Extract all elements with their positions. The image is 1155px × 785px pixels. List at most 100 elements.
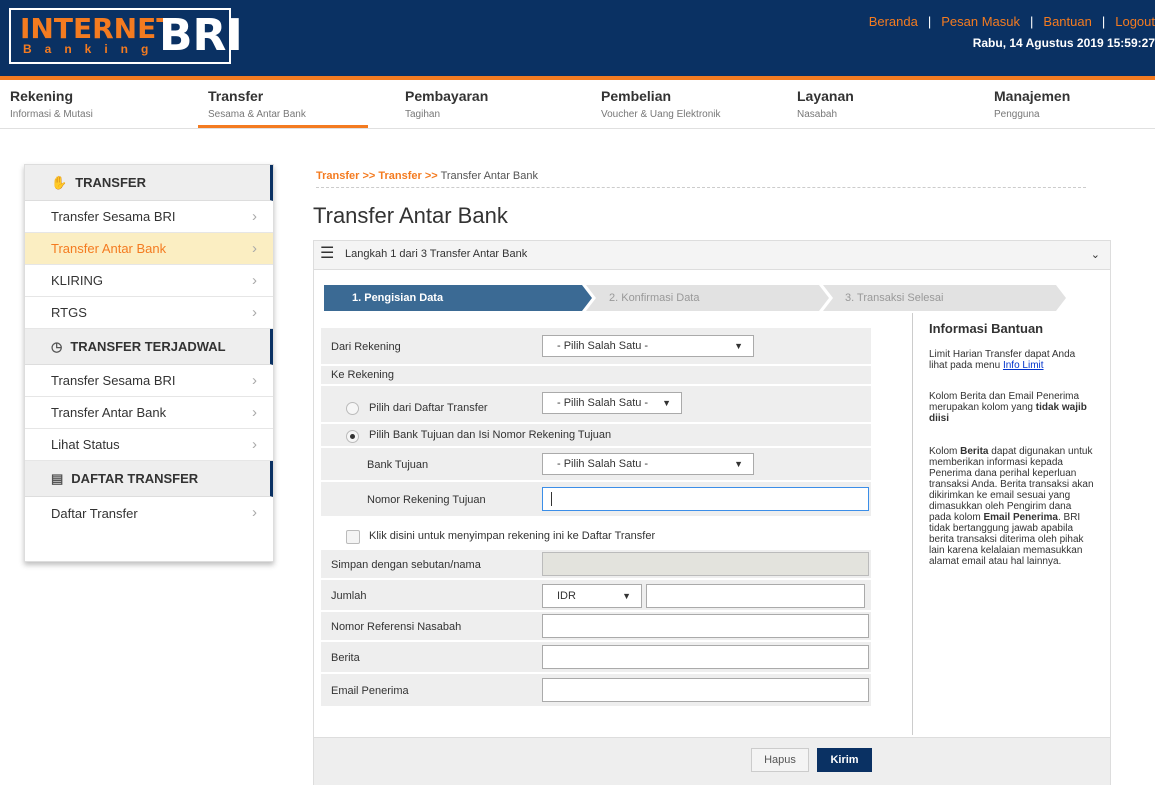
pilih-bank-radio[interactable]	[346, 430, 359, 443]
help-email-emphasis: Email Penerima	[983, 512, 1058, 523]
select-value: IDR	[557, 590, 576, 602]
menu-subtitle: Pengguna	[994, 109, 1040, 120]
breadcrumb-link-transfer[interactable]: Transfer >>	[316, 170, 375, 182]
sidebar-section-transfer: ✋ TRANSFER	[25, 165, 273, 201]
sidebar-item-label: KLIRING	[51, 273, 104, 288]
menu-title: Manajemen	[994, 88, 1071, 104]
form-row-dari-rekening: Dari Rekening - Pilih Salah Satu - ▼	[321, 328, 871, 364]
pesan-masuk-link[interactable]: Pesan Masuk	[941, 14, 1020, 29]
dari-rekening-select[interactable]: - Pilih Salah Satu - ▼	[542, 335, 754, 357]
sidebar-item-label: Transfer Sesama BRI	[51, 373, 176, 388]
chevron-right-icon: ›	[252, 436, 257, 453]
sidebar: ✋ TRANSFER Transfer Sesama BRI › Transfer …	[24, 164, 274, 562]
breadcrumb-link-transfer-sub[interactable]: Transfer >>	[378, 170, 437, 182]
logout-link[interactable]: Logout	[1115, 14, 1155, 29]
help-berita-emphasis: Berita	[960, 446, 989, 457]
chevron-right-icon: ›	[252, 304, 257, 321]
section-title: TRANSFER	[75, 175, 146, 190]
simpan-nama-input[interactable]	[542, 552, 869, 576]
sidebar-item-transfer-sesama-bri[interactable]: Transfer Sesama BRI ›	[25, 201, 273, 233]
currency-select[interactable]: IDR ▼	[542, 584, 642, 608]
page-title: Transfer Antar Bank	[313, 203, 508, 228]
text-cursor	[551, 492, 552, 506]
help-optional-text: Kolom Berita dan Email Penerima merupaka…	[929, 391, 1094, 424]
dropdown-arrow-icon: ▼	[662, 398, 671, 408]
sidebar-item-terjadwal-sesama-bri[interactable]: Transfer Sesama BRI ›	[25, 365, 273, 397]
current-datetime: Rabu, 14 Agustus 2019 15:59:27	[972, 36, 1155, 50]
menu-subtitle: Voucher & Uang Elektronik	[601, 109, 721, 120]
sidebar-item-transfer-antar-bank[interactable]: Transfer Antar Bank ›	[25, 233, 273, 265]
dari-rekening-label: Dari Rekening	[331, 341, 401, 353]
nav-separator: |	[927, 14, 932, 29]
sidebar-item-label: Daftar Transfer	[51, 505, 138, 521]
sidebar-item-terjadwal-antar-bank[interactable]: Transfer Antar Bank ›	[25, 397, 273, 429]
nav-separator: |	[1101, 14, 1106, 29]
help-berita-part: Kolom	[929, 446, 958, 457]
bantuan-link[interactable]: Bantuan	[1043, 14, 1091, 29]
bank-tujuan-select[interactable]: - Pilih Salah Satu - ▼	[542, 453, 754, 475]
ke-rekening-label: Ke Rekening	[331, 369, 394, 381]
panel-footer: Hapus Kirim	[314, 737, 1110, 785]
nomor-rekening-tujuan-input[interactable]	[542, 487, 869, 511]
alarm-clock-icon: ◷	[51, 338, 63, 354]
main-menu: Rekening Informasi & Mutasi Transfer Ses…	[0, 80, 1155, 129]
beranda-link[interactable]: Beranda	[869, 14, 918, 29]
info-limit-link[interactable]: Info Limit	[1003, 360, 1044, 371]
menu-transfer[interactable]: Transfer Sesama & Antar Bank	[208, 88, 306, 120]
menu-layanan[interactable]: Layanan Nasabah	[797, 88, 854, 120]
internet-banking-bri-logo[interactable]: INTERNET Banking BRI	[9, 8, 243, 64]
kirim-button[interactable]: Kirim	[817, 748, 872, 772]
simpan-daftar-checkbox[interactable]	[346, 530, 360, 544]
dropdown-arrow-icon: ▼	[734, 341, 743, 351]
menu-title: Layanan	[797, 88, 854, 104]
chevron-down-icon[interactable]: ⌄	[1091, 248, 1100, 261]
help-title: Informasi Bantuan	[929, 321, 1044, 336]
menu-title: Pembelian	[601, 88, 672, 104]
chevron-right-icon: ›	[252, 504, 257, 521]
step-1-label: 1. Pengisian Data	[352, 292, 444, 304]
sidebar-item-rtgs[interactable]: RTGS ›	[25, 297, 273, 329]
chevron-right-icon: ›	[252, 404, 257, 421]
nomor-referensi-label: Nomor Referensi Nasabah	[331, 621, 462, 633]
hapus-button[interactable]: Hapus	[751, 748, 809, 772]
panel-header[interactable]: ☰ Langkah 1 dari 3 Transfer Antar Bank ⌄	[314, 241, 1110, 270]
simpan-nama-label: Simpan dengan sebutan/nama	[331, 559, 481, 571]
panel-title: Langkah 1 dari 3 Transfer Antar Bank	[345, 248, 528, 260]
nomor-referensi-input[interactable]	[542, 614, 869, 638]
daftar-transfer-select[interactable]: - Pilih Salah Satu - ▼	[542, 392, 682, 414]
menu-title: Pembayaran	[405, 88, 489, 104]
logo-internet-text: INTERNET	[20, 12, 176, 45]
nomor-rekening-tujuan-label: Nomor Rekening Tujuan	[367, 494, 486, 506]
form-row-nomor-referensi: Nomor Referensi Nasabah	[321, 612, 871, 640]
form-row-nomor-rekening: Nomor Rekening Tujuan	[321, 482, 871, 516]
menu-manajemen[interactable]: Manajemen Pengguna	[994, 88, 1070, 120]
sidebar-item-lihat-status[interactable]: Lihat Status ›	[25, 429, 273, 461]
select-value: - Pilih Salah Satu -	[557, 340, 649, 352]
menu-rekening[interactable]: Rekening Informasi & Mutasi	[10, 88, 93, 120]
menu-pembayaran[interactable]: Pembayaran Tagihan	[405, 88, 488, 120]
email-penerima-input[interactable]	[542, 678, 869, 702]
pilih-daftar-radio[interactable]	[346, 402, 359, 415]
dropdown-arrow-icon: ▼	[622, 591, 631, 601]
berita-input[interactable]	[542, 645, 869, 669]
sidebar-item-kliring[interactable]: KLIRING ›	[25, 265, 273, 297]
breadcrumb-current: Transfer Antar Bank	[440, 170, 538, 182]
pilih-daftar-label: Pilih dari Daftar Transfer	[369, 402, 488, 414]
jumlah-input[interactable]	[646, 584, 865, 608]
section-title: DAFTAR TRANSFER	[71, 471, 199, 486]
menu-subtitle: Nasabah	[797, 109, 838, 120]
form-row-simpan-nama: Simpan dengan sebutan/nama	[321, 550, 871, 578]
simpan-daftar-label: Klik disini untuk menyimpan rekening ini…	[369, 530, 656, 542]
form-row-pilih-daftar: Pilih dari Daftar Transfer - Pilih Salah…	[321, 386, 871, 422]
sidebar-item-label: Lihat Status	[51, 437, 120, 452]
jumlah-label: Jumlah	[331, 590, 367, 602]
sidebar-item-daftar-transfer[interactable]: Daftar Transfer ›	[25, 497, 273, 529]
nav-separator: |	[1030, 14, 1034, 29]
transfer-form-panel: ☰ Langkah 1 dari 3 Transfer Antar Bank ⌄…	[313, 240, 1111, 785]
menu-pembelian[interactable]: Pembelian Voucher & Uang Elektronik	[601, 88, 721, 120]
form-row-bank-tujuan: Bank Tujuan - Pilih Salah Satu - ▼	[321, 448, 871, 480]
chevron-right-icon: ›	[252, 240, 257, 257]
chevron-right-icon: ›	[252, 272, 257, 289]
sidebar-item-label: Transfer Sesama BRI	[51, 209, 176, 224]
menu-subtitle: Tagihan	[405, 109, 441, 120]
